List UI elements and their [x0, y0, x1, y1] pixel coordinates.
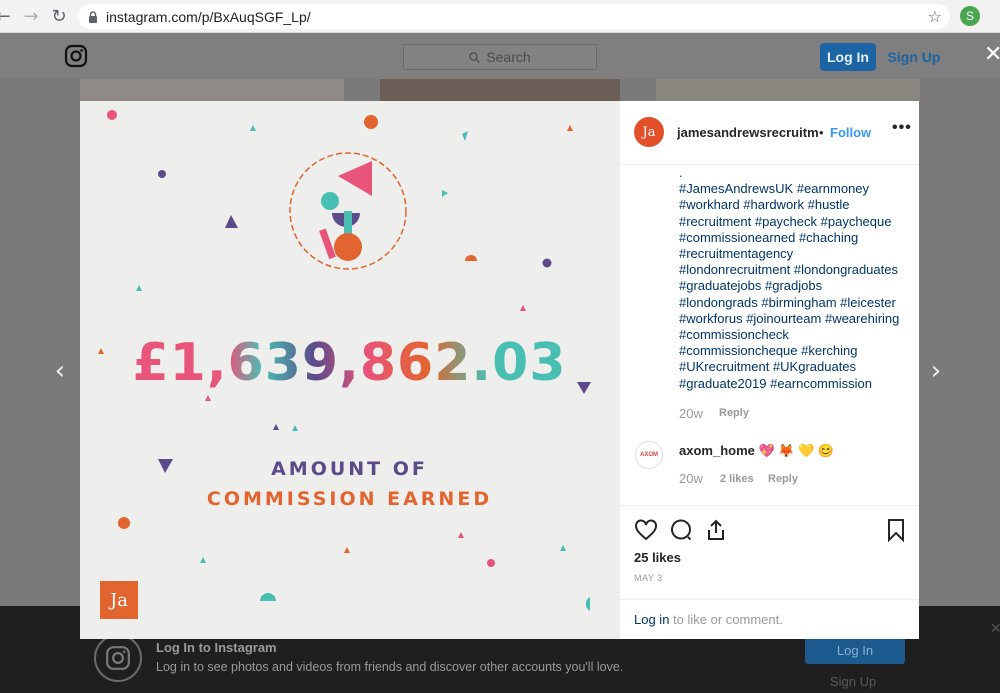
hashtag-line[interactable]: #UKrecruitment #UKgraduates — [679, 359, 915, 375]
hashtag-line[interactable]: . — [679, 165, 915, 181]
caption-line-2: COMMISSION EARNED — [206, 488, 493, 510]
comment-age: 20w — [679, 471, 703, 486]
hashtag-line[interactable]: #londonrecruitment #londongraduates — [679, 262, 915, 278]
commenter-username[interactable]: axom_home — [679, 443, 755, 458]
thumbnail[interactable] — [380, 79, 620, 101]
post-date: MAY 3 — [634, 573, 663, 583]
post-sidebar: Ja jamesandrewsrecruitment • Follow ••• … — [619, 101, 919, 639]
comment-icon[interactable] — [669, 518, 693, 542]
banner-login-button[interactable]: Log In — [805, 636, 905, 664]
post-header: Ja jamesandrewsrecruitment • Follow ••• — [620, 101, 919, 165]
hashtag-line[interactable]: #commissioncheque #kerching — [679, 343, 915, 359]
next-post-arrow-icon[interactable]: › — [926, 356, 946, 386]
bookmark-icon[interactable] — [884, 518, 908, 542]
comment: axom_home 💖 🦊 💛 😊 — [679, 443, 834, 459]
browser-toolbar: ← → ↻ instagram.com/p/BxAuqSGF_Lp/ ☆ S — [0, 0, 1000, 33]
follow-button[interactable]: Follow — [830, 125, 871, 140]
reload-icon[interactable]: ↻ — [48, 5, 70, 27]
caption-reply-button[interactable]: Reply — [719, 407, 749, 419]
heart-icon[interactable] — [634, 518, 658, 542]
banner-title: Log In to Instagram — [156, 640, 277, 655]
header-signup-link[interactable]: Sign Up — [884, 43, 944, 71]
thumbnail[interactable] — [656, 79, 920, 101]
lock-icon — [89, 10, 97, 23]
url-text: instagram.com/p/BxAuqSGF_Lp/ — [106, 8, 311, 25]
likes-count[interactable]: 25 likes — [634, 550, 681, 565]
thumbnail[interactable] — [80, 79, 344, 101]
forward-icon[interactable]: → — [20, 5, 42, 27]
brand-logo: Ja — [100, 581, 138, 619]
bookmark-star-icon[interactable]: ☆ — [928, 7, 942, 26]
comments-section[interactable]: . #JamesAndrewsUK #earnmoney #workhard #ha… — [620, 165, 919, 504]
hashtag-line[interactable]: #commissionearned #chaching — [679, 230, 915, 246]
search-input[interactable]: Search — [403, 44, 597, 70]
comment-reply-button[interactable]: Reply — [768, 473, 798, 485]
banner-subtitle: Log in to see photos and videos from fri… — [156, 660, 624, 674]
address-bar[interactable]: instagram.com/p/BxAuqSGF_Lp/ ☆ — [78, 4, 950, 29]
share-icon[interactable] — [704, 518, 728, 542]
hashtag-line[interactable]: #graduatejobs #gradjobs — [679, 278, 915, 294]
avatar[interactable]: Ja — [634, 117, 664, 147]
back-icon[interactable]: ← — [0, 5, 14, 27]
username-link[interactable]: jamesandrewsrecruitment — [677, 125, 819, 140]
header-login-button[interactable]: Log In — [820, 43, 876, 71]
hashtag-line[interactable]: #workhard #hardwork #hustle — [679, 197, 915, 213]
hashtag-line[interactable]: #recruitment #paycheck #paycheque — [679, 214, 915, 230]
comment-likes[interactable]: 2 likes — [720, 473, 754, 485]
login-prompt-text: to like or comment. — [669, 612, 783, 627]
hashtag-line[interactable]: #graduate2019 #earncommission — [679, 376, 915, 392]
search-icon — [469, 51, 481, 63]
instagram-logo-icon — [94, 634, 142, 682]
hashtag-line[interactable]: #workforus #joinourteam #wearehiring — [679, 311, 915, 327]
banner-close-icon[interactable]: ✕ — [990, 620, 1000, 637]
post-image: £1,639,862.03 AMOUNT OF COMMISSION EARNE… — [80, 101, 619, 639]
close-icon[interactable]: ✕ — [984, 42, 1000, 67]
search-placeholder: Search — [486, 49, 531, 65]
caption-age: 20w — [679, 406, 703, 421]
banner-signup-link[interactable]: Sign Up — [830, 674, 876, 689]
hashtag-line[interactable]: #londongrads #birmingham #leicester — [679, 295, 915, 311]
commission-amount: £1,639,862.03 — [80, 333, 619, 393]
instagram-header: Search Log In Sign Up — [0, 33, 1000, 79]
more-options-icon[interactable]: ••• — [892, 119, 912, 137]
caption-line-1: AMOUNT OF — [271, 458, 428, 480]
hashtag-line[interactable]: #recruitmentagency — [679, 246, 915, 262]
post-actions: 25 likes MAY 3 — [620, 505, 919, 599]
hashtag-line[interactable]: #commissioncheck — [679, 327, 915, 343]
instagram-logo-icon[interactable] — [64, 44, 88, 68]
separator-dot: • — [819, 125, 824, 140]
comment-text: 💖 🦊 💛 😊 — [758, 443, 835, 458]
login-prompt: Log in to like or comment. — [620, 599, 919, 639]
hashtag-line[interactable]: #JamesAndrewsUK #earnmoney — [679, 181, 915, 197]
caption-hashtags: . #JamesAndrewsUK #earnmoney #workhard #ha… — [679, 165, 915, 392]
previous-post-arrow-icon[interactable]: ‹ — [50, 356, 70, 386]
post-modal: £1,639,862.03 AMOUNT OF COMMISSION EARNE… — [80, 101, 919, 639]
amount-text: £1,639,862.03 — [132, 333, 567, 393]
commenter-avatar[interactable]: AXOM — [635, 441, 663, 469]
profile-avatar[interactable]: S — [960, 6, 980, 26]
login-link[interactable]: Log in — [634, 612, 669, 627]
